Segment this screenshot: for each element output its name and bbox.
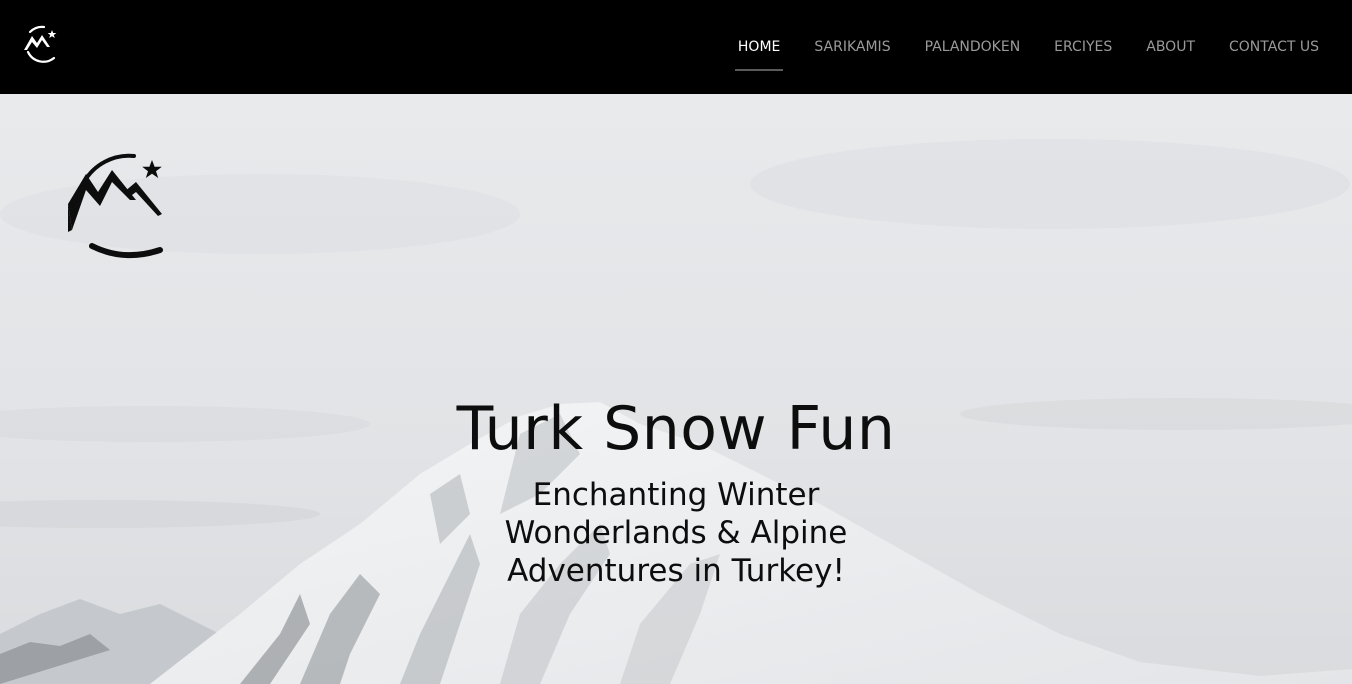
hero-tagline: Enchanting Winter Wonderlands & Alpine A… xyxy=(504,477,848,589)
navbar: HOME SARIKAMIS PALANDOKEN ERCIYES ABOUT … xyxy=(0,0,1352,94)
nav-menu: HOME SARIKAMIS PALANDOKEN ERCIYES ABOUT … xyxy=(721,0,1352,94)
nav-item-contact-us[interactable]: CONTACT US xyxy=(1212,39,1336,55)
nav-item-about[interactable]: ABOUT xyxy=(1129,39,1212,55)
nav-item-sarikamis[interactable]: SARIKAMIS xyxy=(797,39,907,55)
hero-section: Turk Snow Fun Enchanting Winter Wonderla… xyxy=(0,94,1352,684)
nav-item-erciyes[interactable]: ERCIYES xyxy=(1037,39,1129,55)
nav-item-palandoken[interactable]: PALANDOKEN xyxy=(908,39,1038,55)
snowy-mountain-background xyxy=(0,94,1352,684)
hero-logo-icon xyxy=(64,152,178,262)
hero-title: Turk Snow Fun xyxy=(456,394,896,464)
nav-item-home[interactable]: HOME xyxy=(721,39,797,71)
site-logo-icon[interactable] xyxy=(20,22,64,66)
